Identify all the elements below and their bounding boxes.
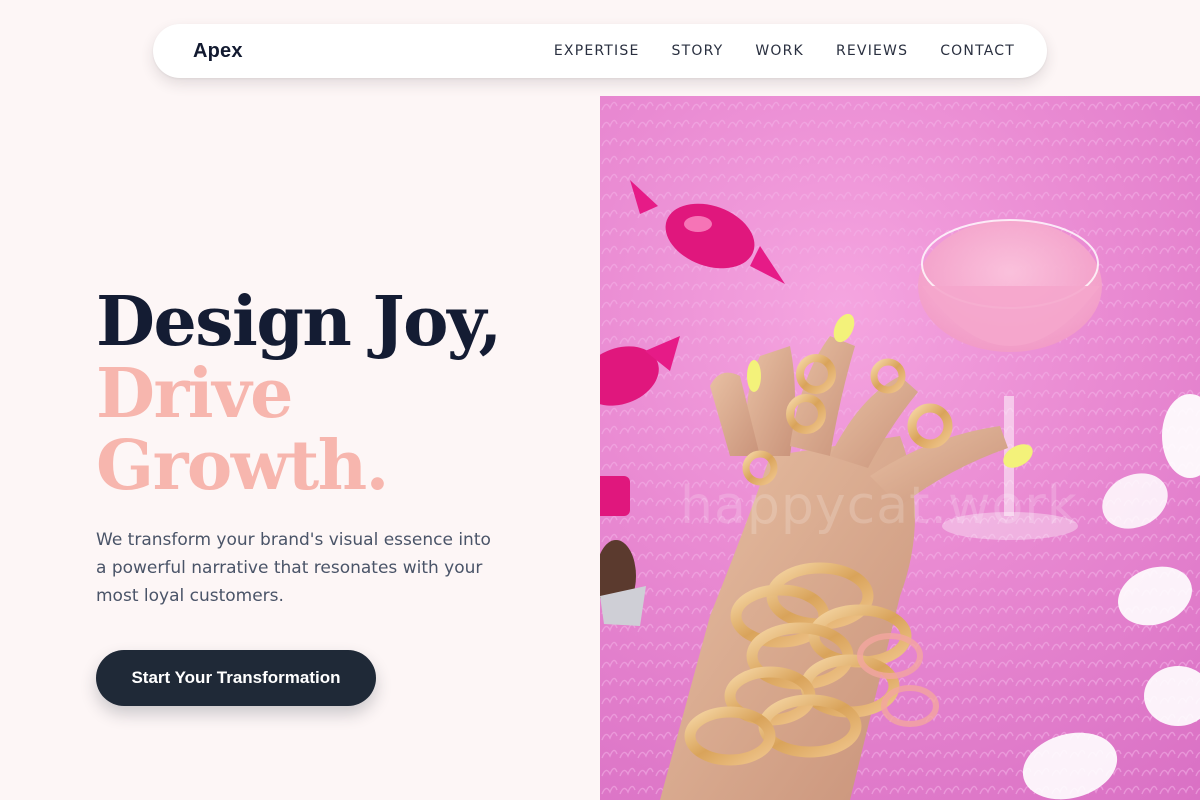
nav-link-expertise[interactable]: EXPERTISE xyxy=(554,43,640,59)
image-watermark: happycat.work xyxy=(680,476,1078,536)
hero-photo-illustration xyxy=(600,96,1200,800)
headline-line-2: Drive xyxy=(96,354,293,434)
hero-image: happycat.work xyxy=(600,96,1200,800)
nav-links: EXPERTISE STORY WORK REVIEWS CONTACT xyxy=(554,43,1015,59)
nav-link-work[interactable]: WORK xyxy=(755,43,804,59)
headline-line-1: Design Joy, xyxy=(96,282,502,362)
brand-logo[interactable]: Apex xyxy=(193,40,243,63)
start-transformation-button[interactable]: Start Your Transformation xyxy=(96,650,376,706)
nav-link-story[interactable]: STORY xyxy=(672,43,724,59)
hero-subtext: We transform your brand's visual essence… xyxy=(96,530,491,606)
nav-link-contact[interactable]: CONTACT xyxy=(940,43,1015,59)
nav-link-reviews[interactable]: REVIEWS xyxy=(836,43,908,59)
hero-headline: Design Joy, Drive Growth. xyxy=(96,282,502,506)
headline-line-3: Growth. xyxy=(96,426,389,506)
top-navigation: Apex EXPERTISE STORY WORK REVIEWS CONTAC… xyxy=(153,24,1047,78)
